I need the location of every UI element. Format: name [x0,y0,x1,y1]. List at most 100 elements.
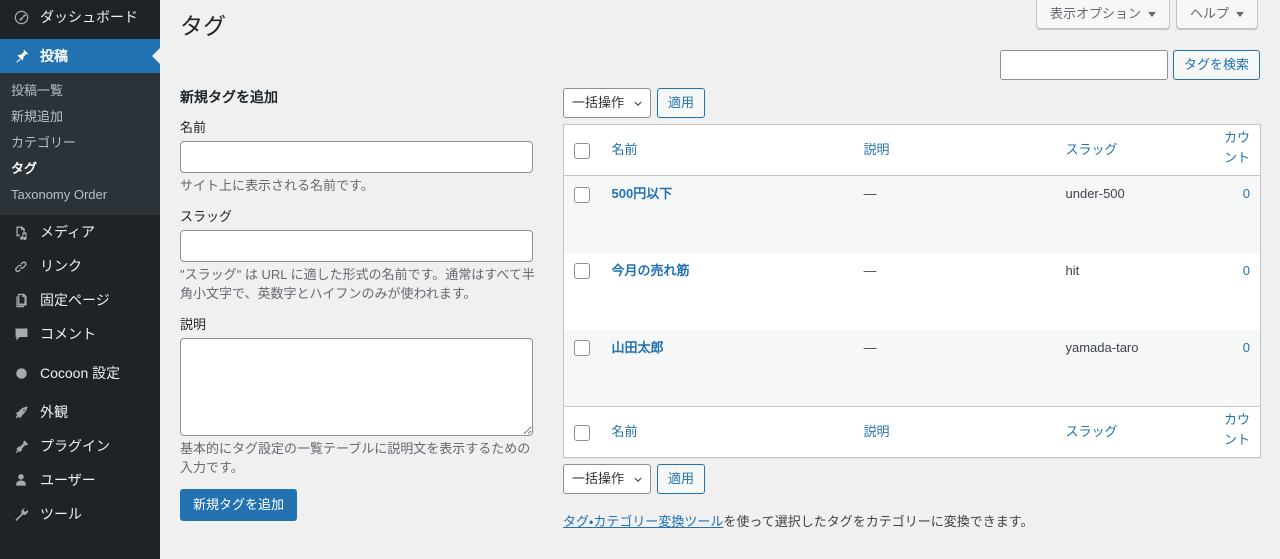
column-header-slug[interactable]: スラッグ [1056,125,1203,176]
sidebar-subitem-taxonomy-order[interactable]: Taxonomy Order [0,182,160,208]
sidebar-item-label: コメント [40,326,96,342]
select-all-header [564,125,602,176]
sidebar-item-dashboard[interactable]: ダッシュボード [0,0,160,34]
table-head: 名前 説明 スラッグ カウント [563,125,1261,176]
sidebar-item-comments[interactable]: コメント [0,317,160,351]
plugin-icon [11,436,31,456]
column-footer-slug[interactable]: スラッグ [1056,407,1203,458]
chevron-down-icon [1147,11,1156,17]
screen-options-label: 表示オプション [1049,6,1141,21]
sidebar-item-tools[interactable]: ツール [0,497,160,531]
sidebar-subitem-post-list[interactable]: 投稿一覧 [0,78,160,104]
sidebar-subitem-label: タグ [11,161,38,176]
tag-converter-note-rest: を使って選択したタグをカテゴリーに変換できます。 [723,514,1034,529]
comment-icon [11,324,31,344]
tag-description-textarea[interactable] [180,338,533,436]
row-checkbox[interactable] [574,263,590,280]
sidebar-item-label: Cocoon 設定 [40,365,121,381]
help-label: ヘルプ [1189,6,1229,21]
column-footer-name[interactable]: 名前 [602,407,854,458]
column-header-name[interactable]: 名前 [602,125,854,176]
bulk-action-select-bottom[interactable]: 一括操作 [563,464,652,494]
tag-name-link[interactable]: 今月の売れ筋 [612,263,690,278]
sidebar-item-label: 投稿 [40,48,68,64]
tag-count-link[interactable]: 0 [1243,186,1250,201]
row-slug-cell: under-500 [1065,186,1125,201]
select-all-checkbox-bottom[interactable] [574,424,590,441]
bulk-action-label: 一括操作 [572,95,625,110]
tag-category-converter-link[interactable]: タグ・カテゴリー変換ツール [563,514,723,529]
table-foot: 名前 説明 スラッグ カウント [563,406,1261,458]
table-header-row: 名前 説明 スラッグ カウント [563,125,1261,176]
tag-name-link[interactable]: 500円以下 [612,186,673,201]
name-field-group: 名前 サイト上に表示される名前です。 [180,118,535,195]
name-description: サイト上に表示される名前です。 [180,178,374,193]
tag-list-column: 一括操作 適用 名前 説明 スラッグ カウント 500円以下 — under-5… [563,88,1261,531]
table-row: 500円以下 — under-500 0 [563,175,1261,253]
row-name-cell: 500円以下 [602,176,854,253]
screen-meta-links: 表示オプション ヘルプ [1035,0,1258,29]
dashboard-icon [11,7,31,27]
tag-count-link[interactable]: 0 [1243,340,1250,355]
screen-options-button[interactable]: 表示オプション [1035,0,1170,29]
pages-icon [11,290,31,310]
page-title: タグ [180,13,226,39]
tags-table: 名前 説明 スラッグ カウント 500円以下 — under-500 0 今月の… [563,124,1261,458]
tag-name-link[interactable]: 山田太郎 [612,340,664,355]
search-submit-button[interactable]: タグを検索 [1172,50,1260,80]
tag-name-input[interactable] [180,141,533,173]
sidebar-item-media[interactable]: メディア [0,215,160,249]
apply-bulk-action-button-bottom[interactable]: 適用 [657,464,706,494]
sidebar-subitem-add-new[interactable]: 新規追加 [0,104,160,130]
tag-count-link[interactable]: 0 [1243,263,1250,278]
column-header-description[interactable]: 説明 [854,125,1056,176]
sidebar-subitem-tags[interactable]: タグ [0,156,160,182]
table-footer-row: 名前 説明 スラッグ カウント [563,406,1261,458]
row-checkbox[interactable] [574,186,590,203]
row-select-cell [564,330,602,407]
column-header-count[interactable]: カウント [1203,125,1261,176]
admin-sidebar: ダッシュボード 投稿 投稿一覧 新規追加 カテゴリー タグ Taxonomy O… [0,0,160,559]
select-all-checkbox-top[interactable] [574,142,590,159]
admin-page: ダッシュボード 投稿 投稿一覧 新規追加 カテゴリー タグ Taxonomy O… [0,0,1280,559]
row-count-cell: 0 [1203,253,1261,330]
name-label: 名前 [180,120,207,135]
row-name-cell: 今月の売れ筋 [602,253,854,330]
sidebar-item-label: メディア [40,224,96,240]
user-icon [11,470,31,490]
column-footer-description[interactable]: 説明 [854,407,1056,458]
sidebar-subitem-categories[interactable]: カテゴリー [0,130,160,156]
table-row: 山田太郎 — yamada-taro 0 [563,329,1261,407]
sidebar-submenu-posts: 投稿一覧 新規追加 カテゴリー タグ Taxonomy Order [0,73,160,215]
row-slug-cell: hit [1065,262,1080,278]
sidebar-item-links[interactable]: リンク [0,249,160,283]
search-input[interactable] [999,50,1168,80]
content-area: 表示オプション ヘルプ タグ タグを検索 新規タグを追加 名前 サイト上に表示さ… [160,0,1280,559]
slug-description: "スラッグ" は URL に適した形式の名前です。通常はすべて半角小文字で、英数… [180,267,535,301]
tools-icon [11,504,31,524]
chevron-down-icon [634,477,642,482]
sidebar-item-appearance[interactable]: 外観 [0,395,160,429]
row-count-cell: 0 [1203,176,1261,253]
row-description-cell: — [863,339,877,355]
sidebar-item-cocoon-settings[interactable]: Cocoon 設定 [0,356,160,390]
chevron-down-icon [634,101,642,106]
sidebar-item-label: ツール [40,506,82,522]
sidebar-item-users[interactable]: ユーザー [0,463,160,497]
tag-slug-input[interactable] [180,230,533,262]
sidebar-item-pages[interactable]: 固定ページ [0,283,160,317]
apply-bulk-action-button-top[interactable]: 適用 [657,88,706,118]
add-new-tag-button[interactable]: 新規タグを追加 [180,489,298,521]
bulk-action-select-top[interactable]: 一括操作 [563,88,652,118]
description-description: 基本的にタグ設定の一覧テーブルに説明文を表示するための入力です。 [180,441,531,475]
row-checkbox[interactable] [574,340,590,357]
column-footer-count[interactable]: カウント [1203,407,1261,458]
sidebar-item-plugins[interactable]: プラグイン [0,429,160,463]
sidebar-item-label: リンク [40,258,82,274]
row-description-cell: — [863,186,877,201]
description-field-group: 説明 基本的にタグ設定の一覧テーブルに説明文を表示するための入力です。 [180,315,535,477]
chevron-down-icon [1236,11,1244,17]
help-button[interactable]: ヘルプ [1175,0,1258,29]
sidebar-item-posts[interactable]: 投稿 [0,39,160,73]
bulk-action-label: 一括操作 [572,471,625,486]
